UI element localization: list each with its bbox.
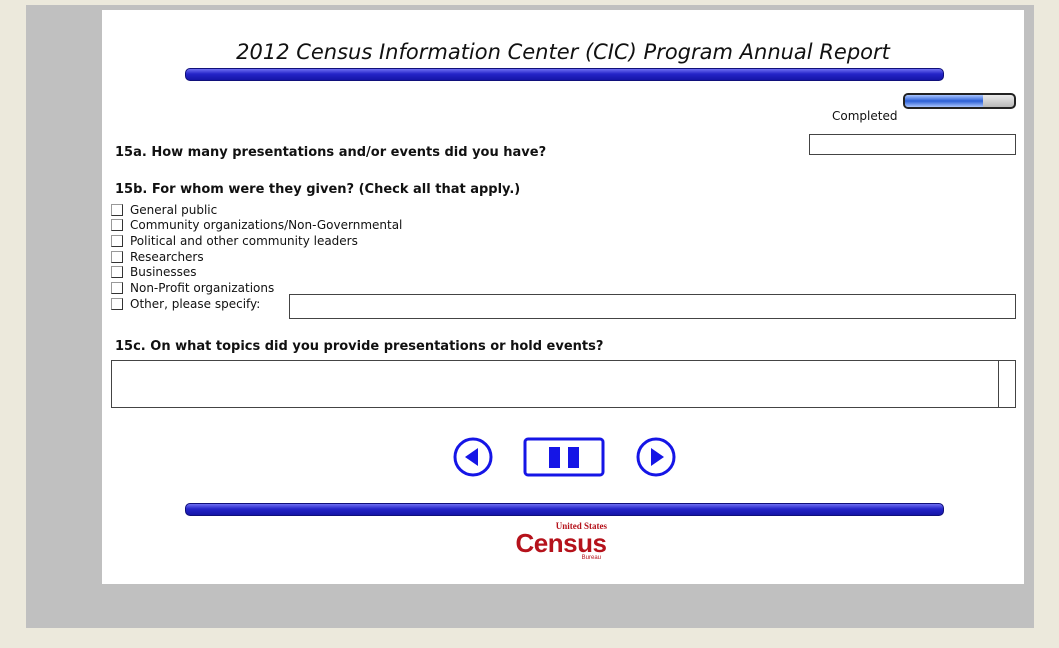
circle-left-arrow-icon (453, 437, 493, 477)
question-15c-label: 15c. On what topics did you provide pres… (115, 339, 604, 354)
checkbox[interactable] (111, 235, 123, 247)
option-label: Community organizations/Non-Governmental (130, 218, 403, 232)
checkbox-option-political-leaders[interactable]: Political and other community leaders (111, 233, 358, 249)
outer-frame: 2012 Census Information Center (CIC) Pro… (26, 5, 1034, 628)
checkbox-option-non-profit[interactable]: Non-Profit organizations (111, 280, 274, 296)
other-specify-input[interactable] (289, 294, 1016, 319)
option-label: Political and other community leaders (130, 234, 358, 248)
progress-label: Completed (832, 109, 898, 123)
pause-button[interactable] (523, 437, 605, 477)
checkbox-option-other[interactable]: Other, please specify: (111, 296, 260, 312)
logo-main-text: Census (515, 528, 607, 558)
checkbox-option-researchers[interactable]: Researchers (111, 249, 204, 265)
option-label: Other, please specify: (130, 297, 261, 311)
progress-bar-fill (905, 95, 984, 107)
bottom-divider-bar (185, 503, 944, 516)
checkbox[interactable] (111, 251, 123, 263)
checkbox-option-general-public[interactable]: General public (111, 202, 217, 218)
checkbox-option-businesses[interactable]: Businesses (111, 264, 197, 280)
survey-panel: 2012 Census Information Center (CIC) Pro… (102, 10, 1024, 584)
next-button[interactable] (636, 437, 676, 477)
textarea-scrollbar[interactable] (998, 361, 1015, 407)
checkbox[interactable] (111, 204, 123, 216)
option-label: Non-Profit organizations (130, 281, 275, 295)
checkbox[interactable] (111, 282, 123, 294)
checkbox[interactable] (111, 266, 123, 278)
option-label: General public (130, 203, 218, 217)
top-divider-bar (185, 68, 944, 81)
back-button[interactable] (453, 437, 493, 477)
checkbox-option-community-organizations[interactable]: Community organizations/Non-Governmental (111, 217, 402, 233)
option-label: Businesses (130, 265, 197, 279)
option-label: Researchers (130, 250, 204, 264)
checkbox[interactable] (111, 298, 123, 310)
question-15b-label: 15b. For whom were they given? (Check al… (115, 182, 521, 197)
pause-icon (523, 437, 605, 477)
progress-bar (903, 93, 1016, 109)
census-bureau-logo: United States Census Bureau (509, 521, 613, 569)
circle-right-arrow-icon (636, 437, 676, 477)
checkbox[interactable] (111, 219, 123, 231)
question-15a-label: 15a. How many presentations and/or event… (115, 145, 547, 160)
topics-textarea[interactable] (111, 360, 1016, 408)
presentations-count-input[interactable] (809, 134, 1016, 155)
topics-textarea-content[interactable] (112, 361, 998, 407)
page-title: 2012 Census Information Center (CIC) Pro… (236, 40, 890, 64)
